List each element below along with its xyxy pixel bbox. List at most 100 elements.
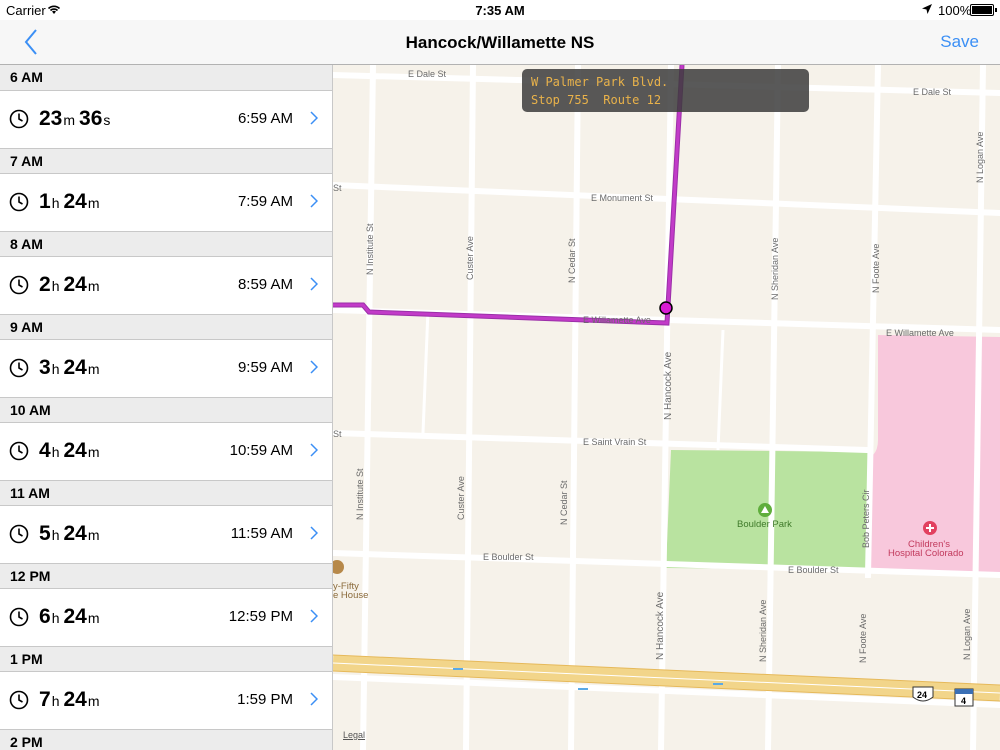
duration-unit: m: [87, 527, 100, 543]
street-label: N Hancock Ave: [663, 351, 674, 420]
street-label: Bob Peters Cir: [861, 489, 871, 548]
departure-time: 12:59 PM: [228, 608, 293, 625]
street-label: St: [333, 183, 342, 193]
stop-callout-details: Stop 755 Route 12: [531, 93, 661, 107]
duration-value: 24: [63, 356, 87, 379]
chevron-right-icon: [310, 692, 318, 706]
duration-unit: m: [87, 195, 100, 211]
duration-value: 3: [39, 356, 51, 379]
battery-icon: [970, 4, 997, 16]
street-label: E Dale St: [913, 87, 952, 97]
state-highway-number: 4: [961, 696, 966, 706]
battery-percent: 100%: [938, 3, 972, 18]
duration-unit: h: [51, 693, 60, 709]
street-label: E Saint Vrain St: [583, 437, 647, 447]
section-header: 2 PM: [0, 729, 332, 750]
duration-unit: h: [51, 610, 60, 626]
duration-value: 1: [39, 190, 51, 213]
duration-value: 24: [63, 190, 87, 213]
duration-unit: h: [51, 278, 60, 294]
departure-row[interactable]: 1h 24m 7:59 AM: [0, 174, 332, 231]
stop-callout[interactable]: W Palmer Park Blvd. Stop 755 Route 12: [522, 69, 809, 112]
street-label: N Foote Ave: [871, 244, 881, 293]
street-label: E Monument St: [591, 193, 654, 203]
section-header: 10 AM: [0, 397, 332, 423]
bus-stop-marker[interactable]: [659, 301, 673, 315]
section-header: 12 PM: [0, 563, 332, 589]
departure-time: 1:59 PM: [237, 691, 293, 708]
duration-value: 36: [79, 107, 103, 130]
street-label: E Dale St: [408, 69, 447, 79]
departure-row[interactable]: 2h 24m 8:59 AM: [0, 257, 332, 314]
duration-unit: h: [51, 444, 60, 460]
duration-unit: m: [87, 361, 100, 377]
duration-value: 23: [39, 107, 63, 130]
duration-unit: m: [63, 112, 76, 128]
duration-unit: m: [87, 693, 100, 709]
save-button[interactable]: Save: [940, 32, 979, 52]
trip-duration: 3h 24m: [39, 356, 104, 380]
departure-list[interactable]: 6 AM 23m 36s 6:59 AM 7 AM 1h 24m 7:59 AM 8 AM 2h 2…: [0, 65, 333, 750]
trip-duration: 6h 24m: [39, 605, 104, 629]
departure-time: 6:59 AM: [237, 110, 293, 127]
chevron-right-icon: [310, 277, 318, 291]
street-label: N Hancock Ave: [655, 591, 666, 660]
navigation-bar: Hancock/Willamette NS Save: [0, 20, 1000, 65]
street-label: Custer Ave: [465, 236, 475, 280]
duration-unit: h: [51, 527, 60, 543]
duration-value: 24: [63, 273, 87, 296]
street-map: E Dale St E Dale St E Monument St St E W…: [333, 65, 1000, 750]
street-label: N Logan Ave: [975, 132, 985, 183]
trip-duration: 4h 24m: [39, 439, 104, 463]
chevron-right-icon: [310, 609, 318, 623]
street-label: N Institute St: [355, 468, 365, 520]
chevron-right-icon: [310, 443, 318, 457]
departure-time: 8:59 AM: [237, 276, 293, 293]
section-header: 11 AM: [0, 480, 332, 506]
duration-unit: s: [103, 112, 111, 128]
clock-icon: [9, 192, 29, 212]
departure-row[interactable]: 6h 24m 12:59 PM: [0, 589, 332, 646]
departure-time: 10:59 AM: [229, 442, 293, 459]
duration-value: 24: [63, 688, 87, 711]
legal-link[interactable]: Legal: [343, 730, 365, 740]
duration-unit: h: [51, 361, 60, 377]
street-label: N Cedar St: [567, 238, 577, 283]
page-title: Hancock/Willamette NS: [405, 33, 595, 52]
street-label: E Willamette Ave: [583, 315, 651, 325]
highway: [333, 654, 1000, 702]
street-label: N Sheridan Ave: [770, 238, 780, 300]
hospital-label: Hospital Colorado: [888, 548, 964, 559]
departure-time: 9:59 AM: [237, 359, 293, 376]
chevron-right-icon: [310, 194, 318, 208]
street-label: Custer Ave: [456, 476, 466, 520]
clock-icon: [9, 524, 29, 544]
street-label: N Foote Ave: [858, 614, 868, 663]
departure-row[interactable]: 23m 36s 6:59 AM: [0, 91, 332, 148]
departure-time: 7:59 AM: [237, 193, 293, 210]
departure-time: 11:59 AM: [230, 525, 293, 542]
clock-icon: [9, 109, 29, 129]
street-label: N Cedar St: [559, 480, 569, 525]
duration-unit: h: [51, 195, 60, 211]
clock-icon: [9, 607, 29, 627]
chevron-right-icon: [310, 111, 318, 125]
clock-icon: [9, 358, 29, 378]
duration-value: 2: [39, 273, 51, 296]
duration-unit: m: [87, 610, 100, 626]
trip-duration: 7h 24m: [39, 688, 104, 712]
map-view[interactable]: E Dale St E Dale St E Monument St St E W…: [333, 65, 1000, 750]
departure-row[interactable]: 7h 24m 1:59 PM: [0, 672, 332, 729]
chevron-right-icon: [310, 526, 318, 540]
cafe-icon: [333, 560, 344, 574]
duration-unit: m: [87, 444, 100, 460]
duration-value: 7: [39, 688, 51, 711]
departure-row[interactable]: 3h 24m 9:59 AM: [0, 340, 332, 397]
duration-value: 5: [39, 522, 51, 545]
departure-row[interactable]: 4h 24m 10:59 AM: [0, 423, 332, 480]
departure-row[interactable]: 5h 24m 11:59 AM: [0, 506, 332, 563]
street-label: E Boulder St: [483, 552, 534, 562]
location-arrow-icon: [922, 4, 932, 14]
duration-value: 24: [63, 522, 87, 545]
street-label: N Logan Ave: [962, 609, 972, 660]
